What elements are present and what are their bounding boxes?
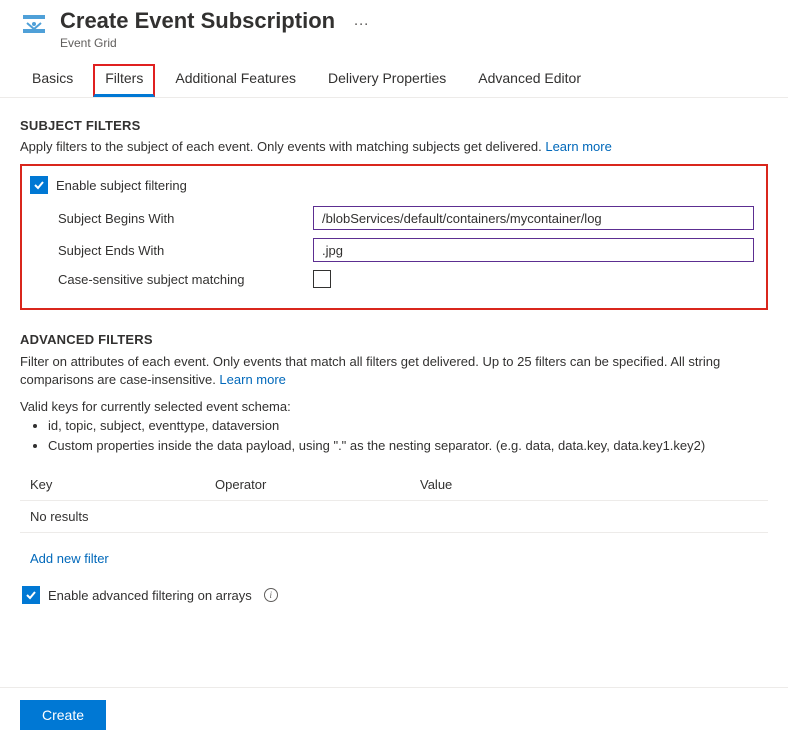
info-icon[interactable]: i [264,588,278,602]
advanced-filters-heading: ADVANCED FILTERS [20,332,768,347]
tab-basics[interactable]: Basics [20,64,85,97]
subject-filters-heading: SUBJECT FILTERS [20,118,768,133]
valid-keys-title: Valid keys for currently selected event … [20,399,768,414]
subject-ends-with-input[interactable] [313,238,754,262]
subject-ends-with-label: Subject Ends With [58,243,313,258]
enable-subject-filtering-label: Enable subject filtering [56,178,187,193]
tab-bar: Basics Filters Additional Features Deliv… [0,50,788,98]
advanced-learn-more-link[interactable]: Learn more [219,372,285,387]
case-sensitive-checkbox[interactable] [313,270,331,288]
subject-begins-with-input[interactable] [313,206,754,230]
subject-begins-with-label: Subject Begins With [58,211,313,226]
footer: Create [0,687,788,742]
page-header: Create Event Subscription … Event Grid [0,0,788,50]
case-sensitive-label: Case-sensitive subject matching [58,272,313,287]
tab-advanced-editor[interactable]: Advanced Editor [466,64,593,97]
filters-no-results: No results [20,501,768,533]
subject-learn-more-link[interactable]: Learn more [545,139,611,154]
filters-col-key: Key [30,477,215,492]
page-subtitle: Event Grid [60,36,768,50]
valid-key-item: id, topic, subject, eventtype, dataversi… [48,416,768,436]
eventgrid-icon [20,10,48,38]
enable-subject-filtering-checkbox[interactable] [30,176,48,194]
subject-filters-desc: Apply filters to the subject of each eve… [20,139,768,154]
filters-table: Key Operator Value No results [20,469,768,533]
enable-array-filtering-label: Enable advanced filtering on arrays [48,588,252,603]
valid-key-item: Custom properties inside the data payloa… [48,436,768,456]
add-new-filter-link[interactable]: Add new filter [20,543,768,576]
tab-additional-features[interactable]: Additional Features [163,64,308,97]
enable-array-filtering-checkbox[interactable] [22,586,40,604]
subject-filters-panel: Enable subject filtering Subject Begins … [20,164,768,310]
filters-col-operator: Operator [215,477,420,492]
create-button[interactable]: Create [20,700,106,730]
page-title: Create Event Subscription [60,8,335,34]
valid-keys-block: Valid keys for currently selected event … [20,399,768,455]
more-actions-button[interactable]: … [353,12,370,30]
tab-delivery-properties[interactable]: Delivery Properties [316,64,458,97]
advanced-filters-desc: Filter on attributes of each event. Only… [20,353,768,389]
tab-filters[interactable]: Filters [93,64,155,97]
filters-col-value: Value [420,477,758,492]
